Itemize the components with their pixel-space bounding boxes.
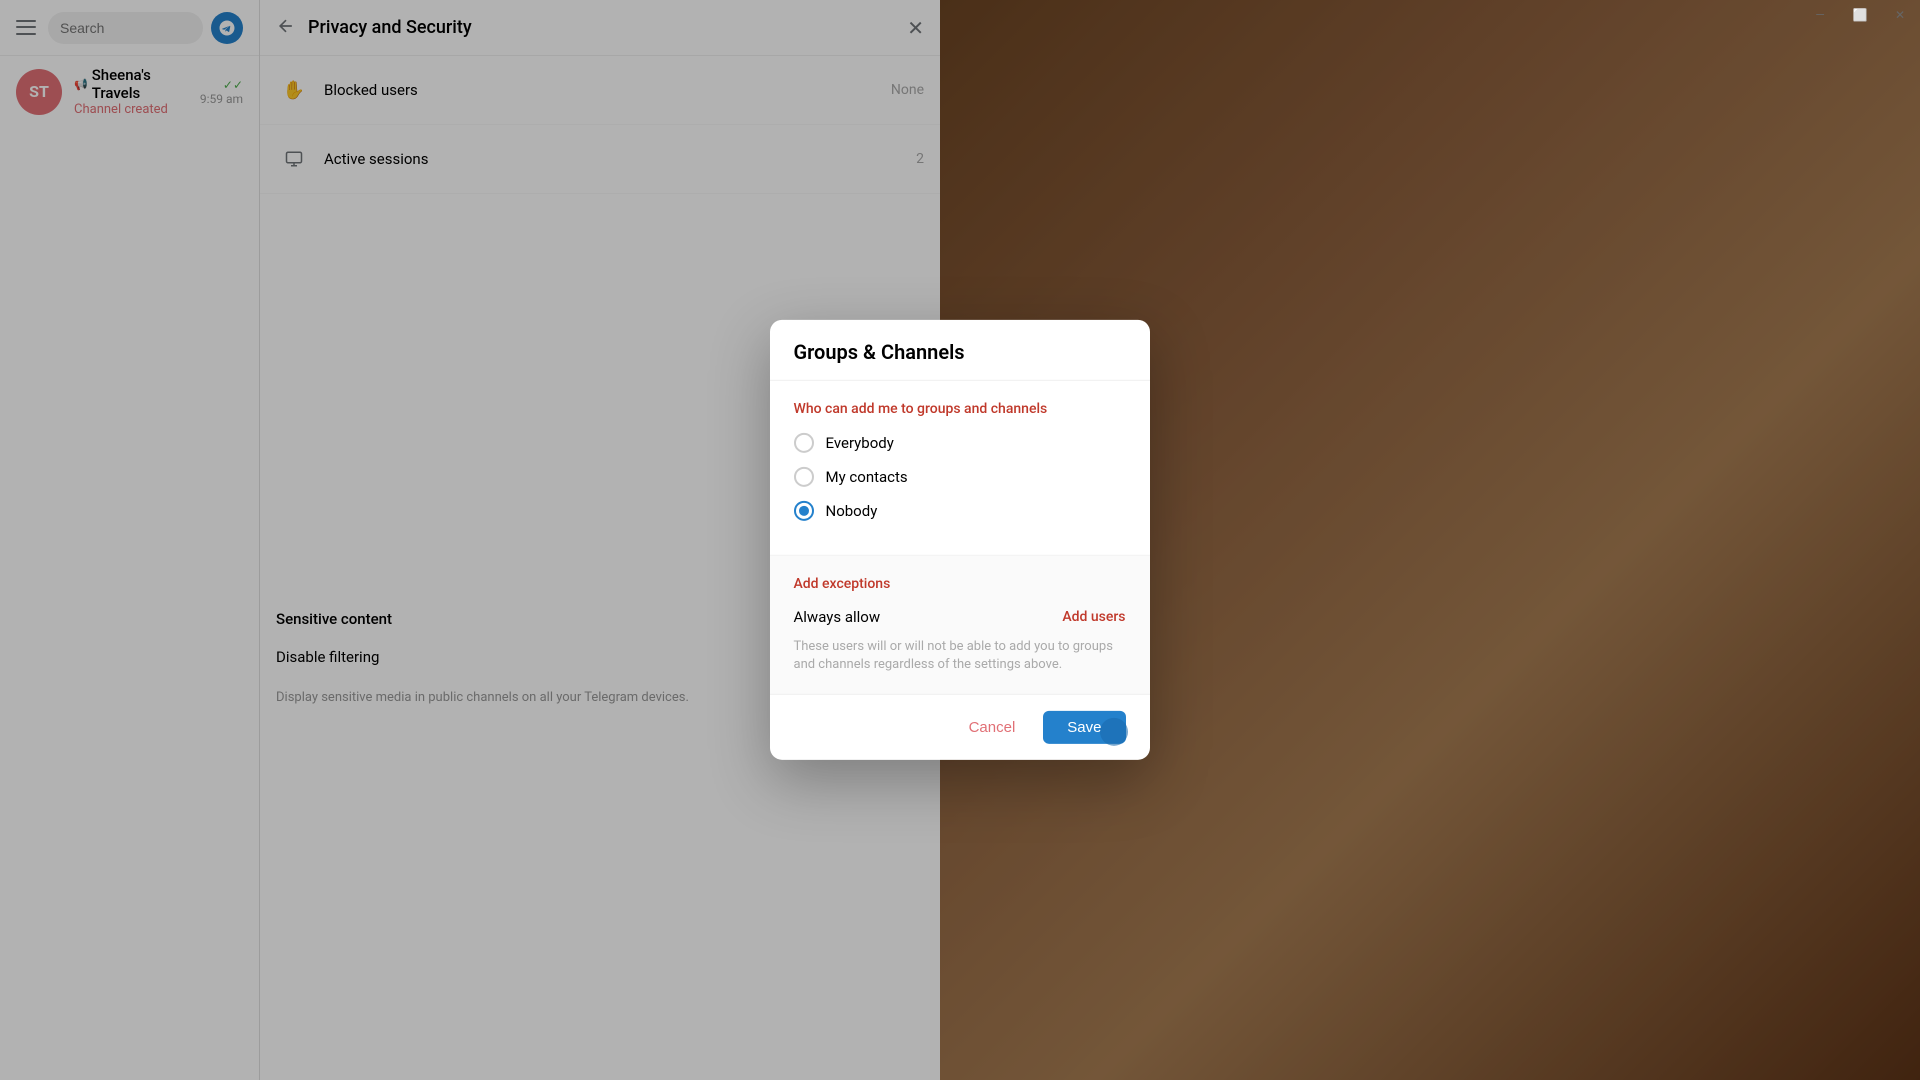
dialog-title: Groups & Channels <box>794 340 1126 364</box>
everybody-label: Everybody <box>826 434 894 452</box>
everybody-option[interactable]: Everybody <box>794 433 1126 453</box>
close-button[interactable]: ✕ <box>1880 0 1920 30</box>
exceptions-title: Add exceptions <box>794 576 1126 592</box>
add-users-button[interactable]: Add users <box>1063 609 1126 625</box>
save-button[interactable]: Save <box>1044 711 1126 744</box>
nobody-label: Nobody <box>826 502 878 520</box>
my-contacts-radio[interactable] <box>794 467 814 487</box>
groups-channels-dialog: Groups & Channels Who can add me to grou… <box>770 320 1150 760</box>
who-can-add-section: Who can add me to groups and channels Ev… <box>770 381 1150 555</box>
dialog-header: Groups & Channels <box>770 320 1150 381</box>
nobody-radio[interactable] <box>794 501 814 521</box>
cancel-button[interactable]: Cancel <box>949 711 1036 744</box>
minimize-button[interactable]: — <box>1800 0 1840 30</box>
exceptions-section: Add exceptions Always allow Add users Th… <box>770 556 1150 694</box>
window-controls: — ⬜ ✕ <box>1800 0 1920 30</box>
always-allow-label: Always allow <box>794 608 881 626</box>
nobody-option[interactable]: Nobody <box>794 501 1126 521</box>
dialog-footer: Cancel Save <box>770 694 1150 760</box>
my-contacts-label: My contacts <box>826 468 908 486</box>
my-contacts-option[interactable]: My contacts <box>794 467 1126 487</box>
section-title: Who can add me to groups and channels <box>794 401 1126 417</box>
maximize-button[interactable]: ⬜ <box>1840 0 1880 30</box>
exceptions-description: These users will or will not be able to … <box>794 638 1126 674</box>
exceptions-row: Always allow Add users <box>794 608 1126 626</box>
everybody-radio[interactable] <box>794 433 814 453</box>
